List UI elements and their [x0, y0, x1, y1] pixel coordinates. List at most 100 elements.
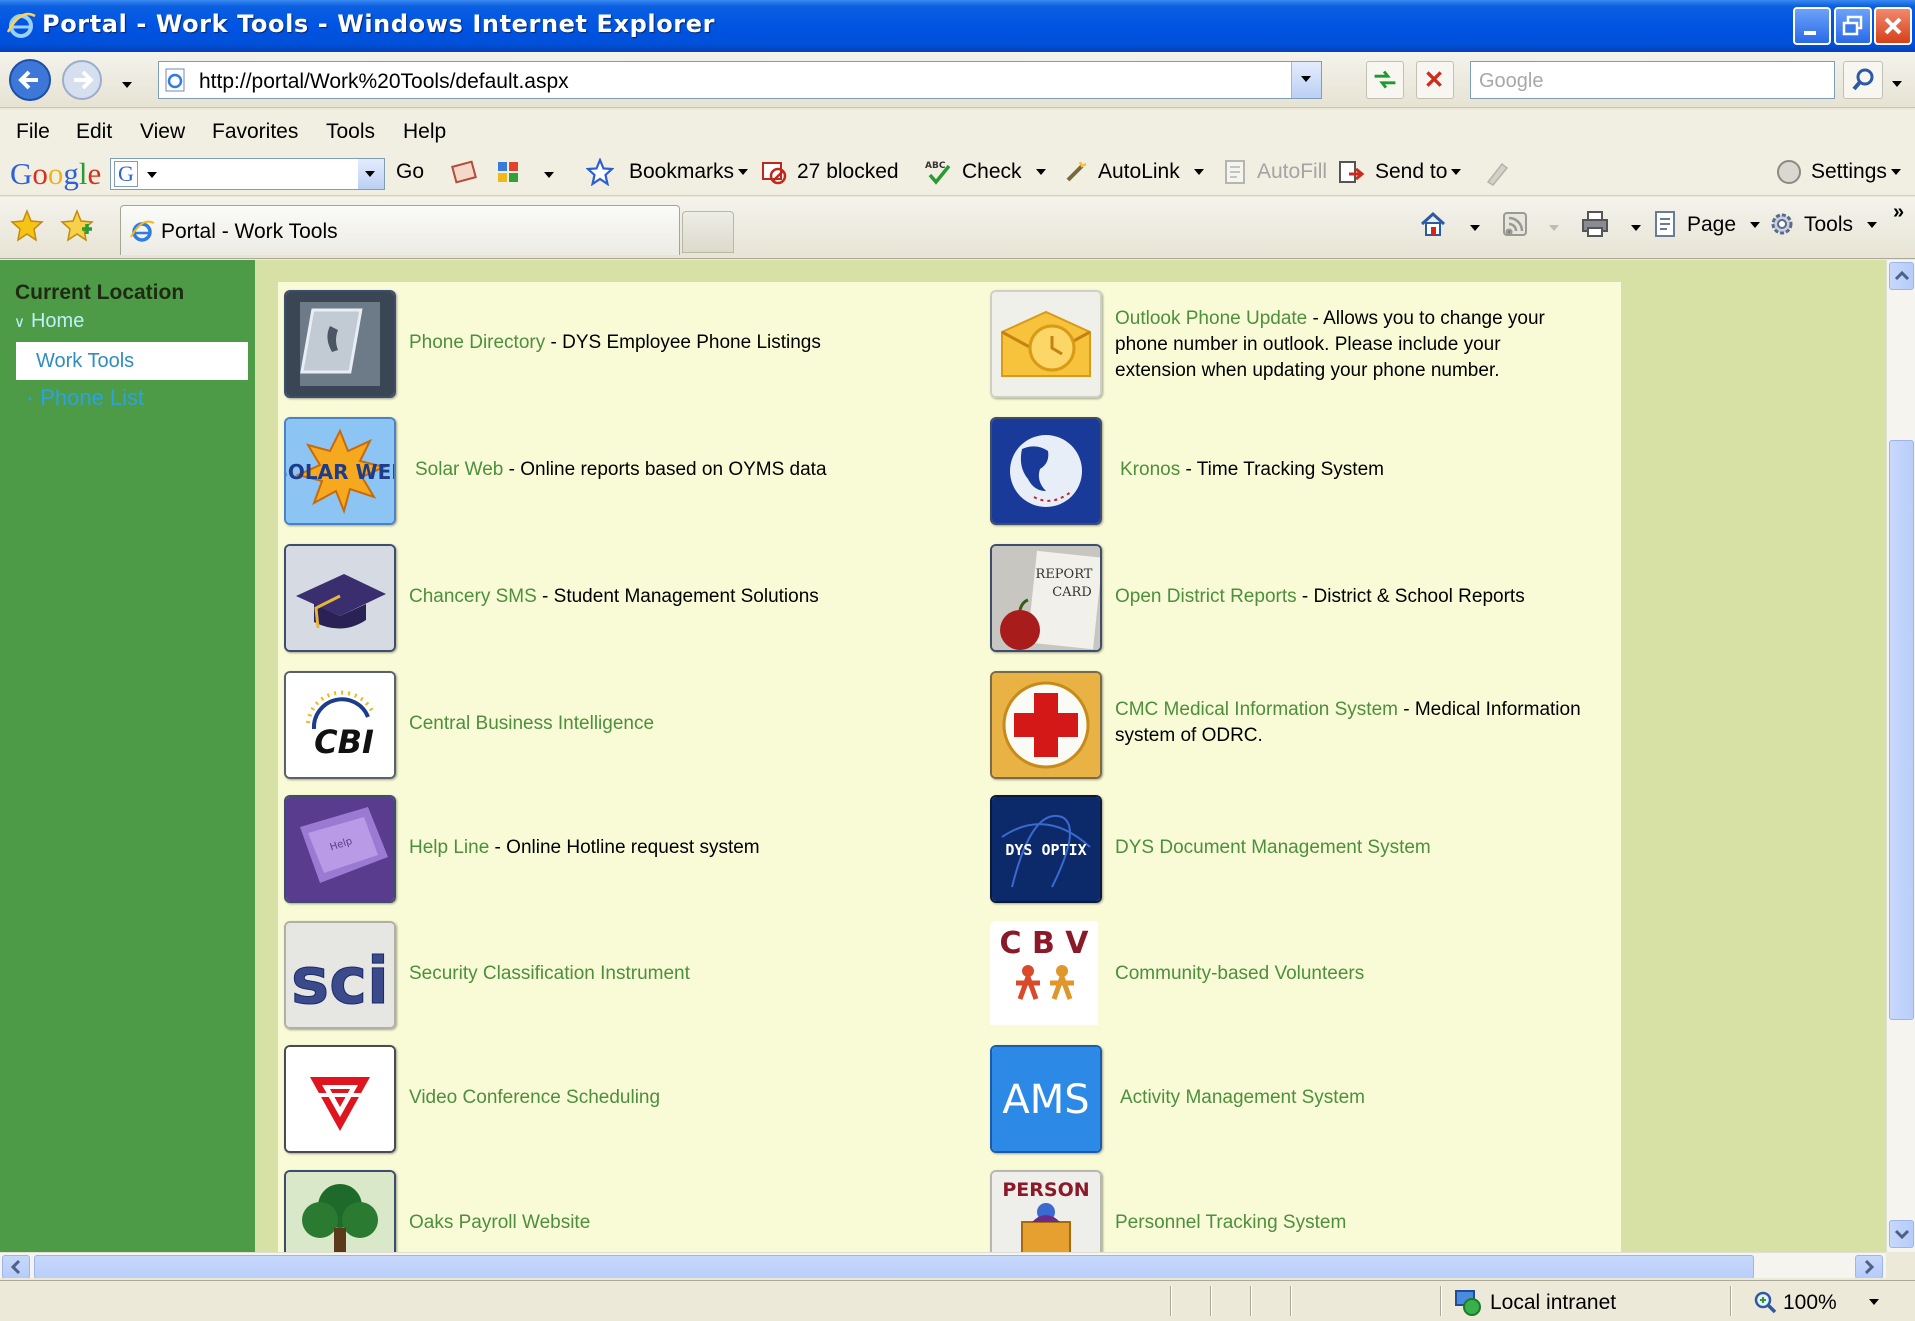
sci-icon[interactable]: sci [284, 921, 396, 1029]
nav-home-link[interactable]: ∨ Home [14, 310, 84, 333]
menu-favorites[interactable]: Favorites [212, 120, 298, 144]
chevron-down-icon[interactable] [1470, 225, 1480, 231]
scroll-left-button[interactable] [2, 1255, 30, 1278]
cbv-icon[interactable]: C B V [990, 921, 1102, 1029]
tools-menu-button[interactable]: Tools [1804, 213, 1878, 237]
address-dropdown[interactable] [1291, 62, 1321, 98]
report-card-line-1: REPORT [1036, 567, 1093, 582]
graduation-cap-icon[interactable] [284, 544, 396, 652]
chevron-down-icon[interactable] [544, 172, 554, 178]
highlighter-icon[interactable] [1482, 158, 1510, 186]
security-zone-label[interactable]: Local intranet [1490, 1291, 1616, 1315]
restore-button[interactable] [1834, 7, 1872, 45]
page-menu-button[interactable]: Page [1687, 213, 1761, 237]
puzzle-icon[interactable] [494, 158, 522, 186]
chevron-down-icon[interactable] [1631, 225, 1641, 231]
nav-item-phone-list[interactable]: • Phone List [28, 385, 144, 411]
menu-file[interactable]: File [16, 120, 50, 144]
tool-link[interactable]: Security Classification Instrument [409, 963, 690, 984]
scroll-down-button[interactable] [1889, 1220, 1914, 1248]
chevron-overflow-icon[interactable]: » [1893, 201, 1904, 224]
tool-description: - Online Hotline request system [489, 837, 760, 858]
tab-portal-work-tools[interactable]: Portal - Work Tools [120, 205, 680, 255]
phone-icon[interactable] [284, 290, 396, 398]
ams-icon[interactable]: AMS [990, 1045, 1102, 1153]
forward-button[interactable] [60, 58, 104, 102]
google-go-button[interactable]: Go [396, 160, 424, 184]
address-toolbar: http://portal/Work%20Tools/default.aspx … [0, 52, 1915, 108]
vertical-scrollbar[interactable] [1886, 260, 1915, 1253]
cbv-icon-text: C B V [1000, 926, 1090, 961]
new-tab-button[interactable] [682, 211, 734, 253]
history-dropdown[interactable] [118, 76, 132, 94]
nav-item-label: Phone List [40, 385, 145, 410]
tool-link[interactable]: Outlook Phone Update [1115, 308, 1307, 329]
help-key-icon[interactable]: Help [284, 795, 396, 903]
send-to-button[interactable]: Send to [1375, 160, 1462, 184]
search-button[interactable] [1843, 61, 1883, 99]
menu-help[interactable]: Help [403, 120, 446, 144]
report-card-icon[interactable]: REPORT CARD [990, 544, 1102, 652]
horizontal-scrollbar[interactable] [0, 1252, 1886, 1278]
tool-link[interactable]: Oaks Payroll Website [409, 1212, 590, 1233]
tool-link[interactable]: Activity Management System [1120, 1087, 1365, 1108]
news-icon[interactable] [450, 158, 478, 186]
tool-link[interactable]: Community-based Volunteers [1115, 963, 1364, 984]
red-cross-icon[interactable] [990, 671, 1102, 779]
scroll-up-button[interactable] [1889, 262, 1914, 290]
tool-link[interactable]: Video Conference Scheduling [409, 1087, 660, 1108]
autolink-button[interactable]: AutoLink [1098, 160, 1204, 184]
back-button[interactable] [8, 58, 52, 102]
home-icon[interactable] [1418, 209, 1448, 239]
menu-view[interactable]: View [140, 120, 185, 144]
stop-button[interactable] [1416, 61, 1454, 99]
address-field[interactable]: http://portal/Work%20Tools/default.aspx [158, 61, 1322, 99]
stop-icon [1426, 71, 1442, 87]
tool-link[interactable]: Solar Web [415, 459, 503, 480]
horizontal-scroll-thumb[interactable] [34, 1255, 1754, 1278]
tool-link[interactable]: Chancery SMS [409, 586, 537, 607]
tool-link[interactable]: Kronos [1120, 459, 1180, 480]
chevron-down-icon[interactable] [1549, 225, 1559, 231]
tool-link[interactable]: DYS Document Management System [1115, 837, 1431, 858]
globe-icon[interactable] [990, 417, 1102, 525]
tool-link[interactable]: Central Business Intelligence [409, 713, 654, 734]
tool-link[interactable]: Help Line [409, 837, 489, 858]
outlook-icon[interactable] [990, 290, 1102, 398]
menu-tools[interactable]: Tools [326, 120, 375, 144]
tool-link[interactable]: Personnel Tracking System [1115, 1212, 1346, 1233]
tool-link[interactable]: CMC Medical Information System [1115, 699, 1398, 720]
popup-blocker-icon [762, 162, 787, 185]
nav-item-work-tools[interactable]: Work Tools [16, 342, 248, 380]
favorites-center-icon[interactable] [10, 209, 44, 243]
add-favorite-icon[interactable] [60, 209, 94, 243]
video-conference-icon[interactable] [284, 1045, 396, 1153]
search-options-dropdown[interactable] [1888, 75, 1902, 93]
settings-button[interactable]: Settings [1811, 160, 1901, 184]
autofill-button[interactable]: AutoFill [1257, 160, 1327, 184]
minimize-button[interactable] [1793, 7, 1831, 45]
rss-feed-icon[interactable] [1500, 209, 1530, 239]
solar-web-icon[interactable]: SOLAR WEB [284, 417, 396, 525]
vertical-scroll-thumb[interactable] [1889, 440, 1914, 1020]
check-button[interactable]: Check [962, 160, 1046, 184]
google-search-input[interactable]: G [110, 158, 385, 190]
popups-blocked-count[interactable]: 27 blocked [797, 160, 899, 184]
zoom-level[interactable]: 100% [1783, 1291, 1837, 1315]
work-tools-panel: Phone Directory - DYS Employee Phone Lis… [278, 282, 1621, 1278]
bookmarks-button[interactable]: Bookmarks [629, 160, 749, 184]
google-search-dropdown[interactable] [358, 159, 384, 189]
search-input[interactable]: Google [1470, 61, 1835, 99]
chevron-down-icon[interactable] [1869, 1299, 1879, 1305]
tool-link[interactable]: Phone Directory [409, 332, 545, 353]
close-window-button[interactable] [1874, 7, 1912, 45]
refresh-button[interactable] [1366, 61, 1404, 99]
page-ie-icon [165, 68, 185, 92]
tool-link[interactable]: Open District Reports [1115, 586, 1297, 607]
menu-edit[interactable]: Edit [76, 120, 112, 144]
restore-icon [1842, 15, 1863, 36]
dys-optix-icon[interactable]: DYS OPTIX [990, 795, 1102, 903]
scroll-right-button[interactable] [1855, 1255, 1883, 1278]
cbi-icon[interactable]: CBI [284, 671, 396, 779]
print-icon[interactable] [1580, 209, 1610, 239]
